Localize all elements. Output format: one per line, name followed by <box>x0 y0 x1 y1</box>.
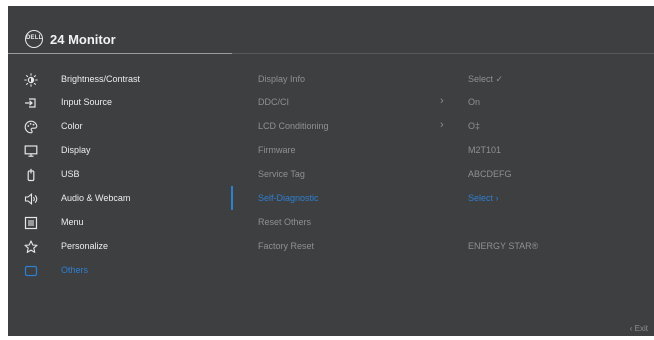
menu-item-label: Others <box>61 265 89 275</box>
menu-item-label: Menu <box>61 217 84 227</box>
header-divider <box>232 53 654 54</box>
display-icon <box>24 145 38 157</box>
chevron-right-icon: › <box>440 119 444 131</box>
monitor-osd: DELL 24 Monitor Brightness/Contrast Inpu… <box>8 6 654 336</box>
menu-item-others[interactable]: Others <box>8 261 232 281</box>
menu-icon <box>24 216 38 230</box>
option-factory-reset[interactable]: Factory Reset <box>258 237 458 257</box>
option-ddc-ci[interactable]: DDC/CI › <box>258 93 458 113</box>
option-label: Factory Reset <box>258 241 315 251</box>
menu-item-display[interactable]: Display <box>8 141 232 161</box>
value-display-info[interactable]: Select ✓ <box>468 74 503 94</box>
option-service-tag: Service Tag <box>258 165 458 185</box>
option-label: Display Info <box>258 74 306 84</box>
speaker-icon <box>24 193 38 205</box>
value-self-diagnostic[interactable]: Select › <box>468 193 499 213</box>
value-energy-star: ENERGY STAR® <box>468 241 539 251</box>
option-label: LCD Conditioning <box>258 121 329 131</box>
chevron-right-icon: › <box>440 95 444 107</box>
menu-item-label: Color <box>61 121 83 131</box>
menu-item-personalize[interactable]: Personalize <box>8 237 232 257</box>
dell-logo: DELL <box>25 30 43 48</box>
option-display-info[interactable]: Display Info <box>258 70 458 90</box>
page-title: 24 Monitor <box>50 32 116 47</box>
value-lcd-conditioning: O‡ <box>468 121 481 131</box>
star-icon <box>24 240 38 253</box>
color-palette-icon <box>24 120 38 134</box>
menu-item-brightness-contrast[interactable]: Brightness/Contrast <box>8 70 232 90</box>
menu-item-usb[interactable]: USB <box>8 165 232 185</box>
option-label: DDC/CI <box>258 97 289 107</box>
value-service-tag: ABCDEFG <box>468 169 512 179</box>
others-icon <box>24 265 38 277</box>
exit-button[interactable]: ‹ Exit <box>630 324 648 333</box>
value-ddc-ci: On <box>468 97 481 107</box>
menu-item-color[interactable]: Color <box>8 117 232 137</box>
option-self-diagnostic[interactable]: Self-Diagnostic <box>258 189 458 209</box>
selection-indicator <box>231 186 233 210</box>
value-firmware: M2T101 <box>468 145 502 155</box>
input-source-icon <box>25 98 36 108</box>
option-label: Firmware <box>258 145 296 155</box>
menu-item-audio-webcam[interactable]: Audio & Webcam <box>8 189 232 209</box>
brightness-icon <box>24 73 38 87</box>
menu-item-label: Display <box>61 145 91 155</box>
menu-item-label: Input Source <box>61 97 113 107</box>
option-reset-others[interactable]: Reset Others <box>258 213 458 233</box>
menu-item-input-source[interactable]: Input Source <box>8 93 232 113</box>
option-firmware: Firmware <box>258 141 458 161</box>
menu-item-label: USB <box>61 169 80 179</box>
menu-item-label: Audio & Webcam <box>61 193 131 203</box>
menu-item-label: Brightness/Contrast <box>61 74 141 84</box>
menu-item-label: Personalize <box>61 241 109 251</box>
option-lcd-conditioning[interactable]: LCD Conditioning › <box>258 117 458 137</box>
header-divider-active <box>8 53 232 54</box>
menu-item-menu[interactable]: Menu <box>8 213 232 233</box>
option-label: Service Tag <box>258 169 305 179</box>
usb-icon <box>27 168 35 182</box>
option-label: Self-Diagnostic <box>258 193 319 203</box>
option-label: Reset Others <box>258 217 312 227</box>
osd-header: DELL 24 Monitor <box>8 6 654 53</box>
